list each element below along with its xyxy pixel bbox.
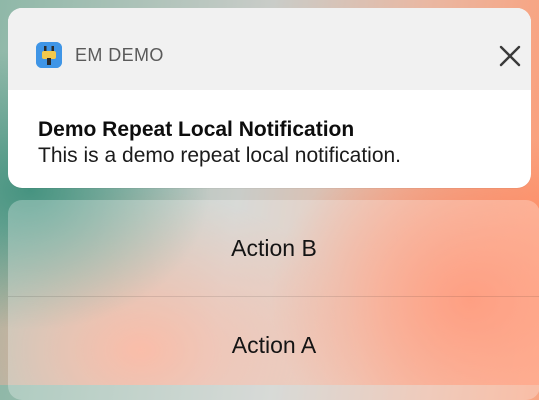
notification-header: EM DEMO: [8, 8, 531, 90]
notification-card[interactable]: EM DEMO Demo Repeat Local Notification T…: [8, 8, 531, 188]
app-name: EM DEMO: [75, 45, 164, 65]
action-b-button[interactable]: Action B: [8, 200, 539, 296]
actions-panel: Action B Action A: [8, 200, 539, 400]
plug-icon: [36, 42, 62, 68]
action-a-button[interactable]: Action A: [8, 297, 539, 393]
notification-body: This is a demo repeat local notification…: [38, 144, 402, 167]
close-icon: [499, 45, 521, 67]
close-button[interactable]: [493, 39, 527, 73]
notification-title: Demo Repeat Local Notification: [38, 118, 355, 141]
